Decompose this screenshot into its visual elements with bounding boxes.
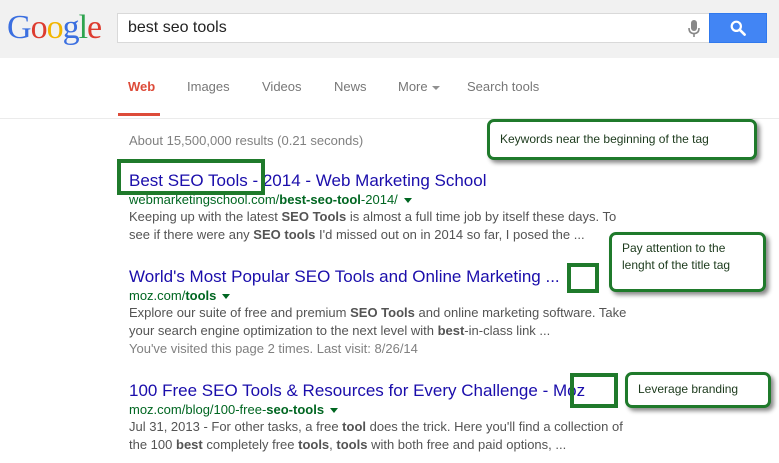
result-snippet-line: Explore our suite of free and premium SE… bbox=[129, 305, 627, 320]
dropdown-caret-icon bbox=[431, 85, 440, 90]
result-snippet-line: your search engine optimization to the n… bbox=[129, 323, 551, 338]
tab-search-tools[interactable]: Search tools bbox=[467, 79, 539, 94]
tab-more[interactable]: More bbox=[398, 79, 440, 94]
microphone-icon[interactable] bbox=[688, 20, 700, 43]
result-stats: About 15,500,000 results (0.21 seconds) bbox=[129, 133, 364, 148]
url-dropdown-caret-icon[interactable] bbox=[403, 198, 412, 204]
result-snippet-line: see if there were any SEO tools I'd miss… bbox=[129, 227, 585, 242]
result-snippet-line: the 100 best completely free tools, tool… bbox=[129, 437, 567, 452]
callout-title-length: Pay attention to the lenght of the title… bbox=[609, 232, 766, 292]
tab-news[interactable]: News bbox=[334, 79, 367, 94]
visited-note: You've visited this page 2 times. Last v… bbox=[129, 341, 418, 356]
search-button[interactable] bbox=[709, 13, 767, 43]
tab-web[interactable]: Web bbox=[128, 79, 155, 94]
active-tab-indicator bbox=[118, 113, 160, 116]
callout-keywords: Keywords near the beginning of the tag bbox=[487, 119, 757, 160]
search-header: Google bbox=[0, 0, 779, 58]
tab-images[interactable]: Images bbox=[187, 79, 230, 94]
tab-more-label: More bbox=[398, 79, 428, 94]
highlight-box-brand bbox=[570, 373, 618, 408]
highlight-box-keywords bbox=[117, 159, 265, 195]
search-tabs: Web Images Videos News More Search tools bbox=[0, 58, 779, 119]
magnifier-icon bbox=[730, 20, 746, 36]
google-logo[interactable]: Google bbox=[7, 8, 102, 48]
search-box bbox=[117, 13, 709, 43]
url-dropdown-caret-icon[interactable] bbox=[222, 294, 231, 300]
highlight-box-ellipsis bbox=[567, 263, 599, 293]
search-input[interactable] bbox=[128, 14, 668, 42]
result-snippet-line: Jul 31, 2013 - For other tasks, a free t… bbox=[129, 419, 623, 434]
url-dropdown-caret-icon[interactable] bbox=[330, 408, 339, 414]
result-snippet-line: Keeping up with the latest SEO Tools is … bbox=[129, 209, 617, 224]
tab-videos[interactable]: Videos bbox=[262, 79, 302, 94]
callout-branding: Leverage branding bbox=[625, 372, 771, 408]
